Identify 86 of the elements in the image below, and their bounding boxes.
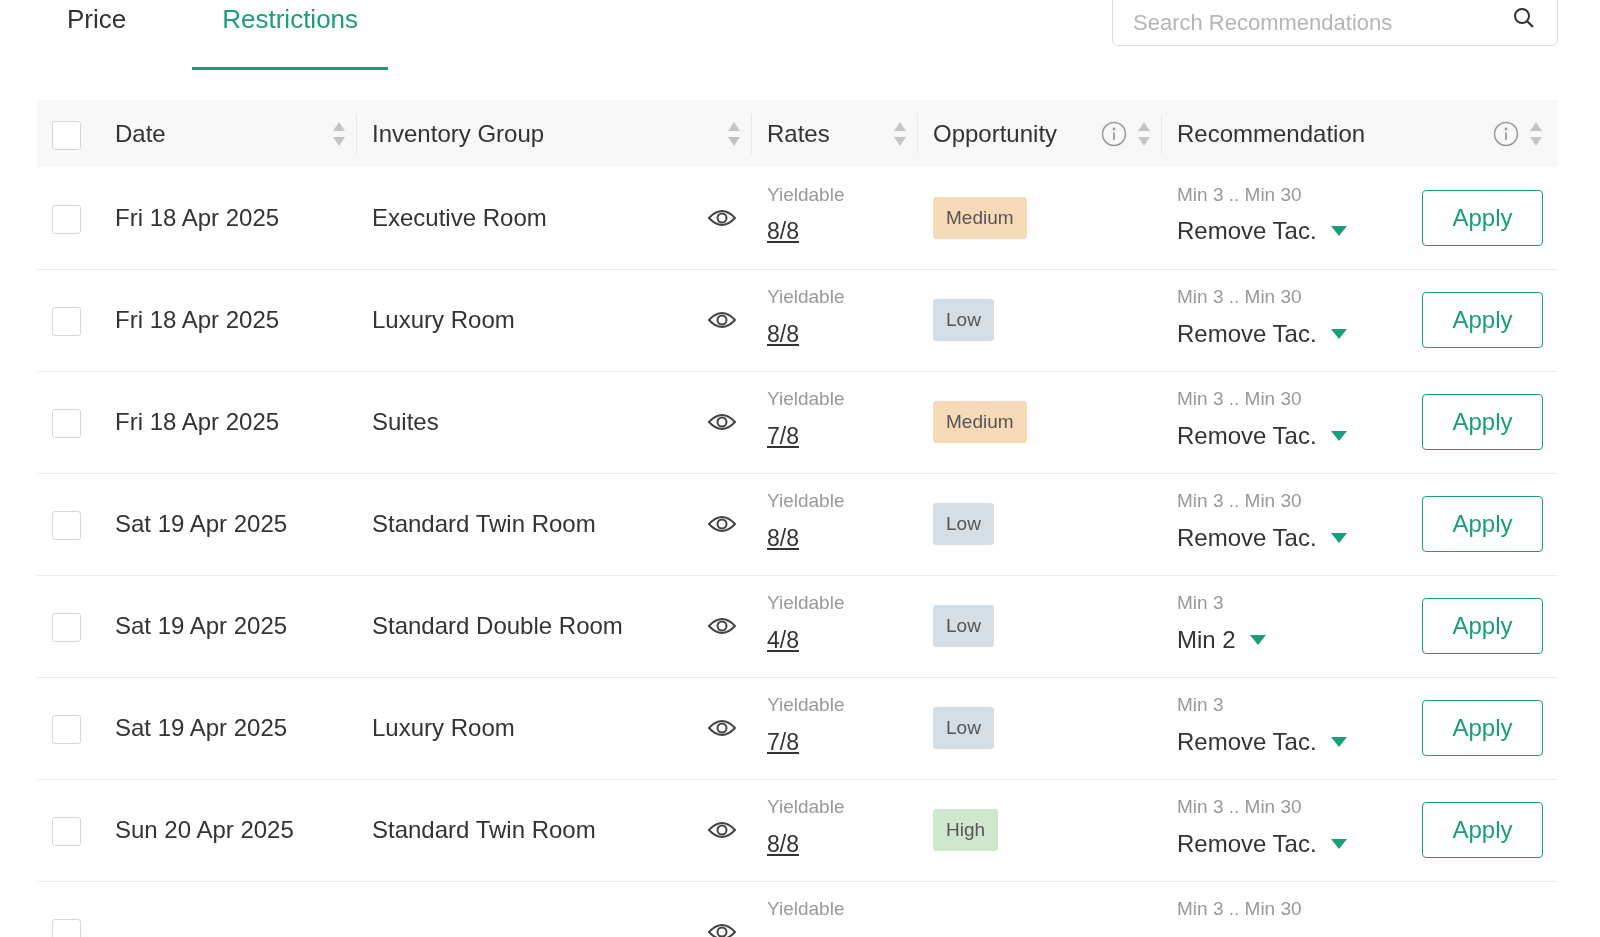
eye-icon[interactable] (707, 513, 737, 535)
current-restriction: Min 3 .. Min 30 (1177, 489, 1303, 513)
current-restriction: Min 3 (1177, 591, 1225, 615)
column-header: Opportunity (933, 118, 1059, 149)
rates-link[interactable]: 8/8 (767, 830, 799, 857)
rates-link[interactable]: 7/8 (767, 728, 799, 755)
inventory-group-text: Executive Room (372, 202, 547, 233)
checkbox[interactable] (52, 715, 81, 745)
inventory-group-text: Luxury Room (372, 305, 515, 335)
opportunity-badge: Low (933, 502, 994, 546)
checkbox[interactable] (52, 613, 81, 643)
current-restriction: Min 3 .. Min 30 (1177, 897, 1302, 921)
rates-label: Yieldable (767, 489, 846, 513)
current-restriction: Min 3 .. Min 30 (1177, 285, 1303, 309)
date-text: Sat 19 Apr 2025 (115, 612, 288, 639)
current-restriction: Min 3 .. Min 30 (1177, 795, 1303, 819)
checkbox[interactable] (52, 409, 81, 439)
date-text: Sun 20 Apr 2025 (115, 816, 294, 843)
recommendation-dropdown[interactable]: Remove Tac. (1177, 825, 1347, 862)
caret-icon (1330, 328, 1347, 339)
sort-icon[interactable] (332, 120, 346, 147)
inventory-group-text: Standard Double Room (372, 611, 623, 641)
eye-icon[interactable] (707, 411, 737, 433)
recommendation-dropdown[interactable]: Remove Tac. (1177, 417, 1347, 454)
opportunity-badge: Low (933, 706, 994, 750)
caret-icon (1249, 634, 1266, 645)
rates-label: Yieldable (767, 591, 846, 615)
column-header: Recommendation (1177, 118, 1367, 149)
checkbox[interactable] (52, 307, 81, 337)
rates-label: Yieldable (767, 285, 846, 309)
rates-label: Yieldable (767, 693, 846, 717)
checkbox[interactable] (52, 204, 81, 234)
current-restriction: Min 3 .. Min 30 (1177, 387, 1303, 411)
caret-icon (1330, 838, 1347, 849)
rates-link[interactable]: 8/8 (767, 320, 799, 347)
sort-icon[interactable] (1137, 120, 1151, 147)
caret-icon (1330, 532, 1347, 543)
inventory-group-text: Standard Twin Room (372, 509, 596, 539)
eye-icon[interactable] (707, 819, 737, 841)
rates-link[interactable]: 8/8 (767, 524, 799, 551)
date-text: Fri 18 Apr 2025 (115, 408, 280, 435)
column-header: Date (115, 118, 167, 149)
date-text: Fri 18 Apr 2025 (115, 203, 280, 231)
opportunity-badge: Low (933, 604, 994, 648)
recommendation-dropdown[interactable]: Min 2 (1177, 621, 1266, 658)
eye-icon[interactable] (707, 717, 737, 739)
rates-link[interactable]: 8/8 (767, 218, 799, 245)
rates-label: Yieldable (767, 897, 846, 921)
date-text: Sat 19 Apr 2025 (115, 714, 288, 741)
search-icon[interactable] (1512, 6, 1536, 30)
sort-icon[interactable] (1529, 120, 1543, 147)
inventory-group-text: Suites (372, 407, 439, 437)
recommendation-dropdown[interactable]: Remove Tac. (1177, 315, 1347, 352)
column-header: Rates (767, 118, 831, 149)
checkbox[interactable] (52, 511, 81, 541)
rates-label: Yieldable (767, 795, 846, 819)
search-field[interactable]: Search Recommendations (1112, 0, 1558, 46)
rates-link[interactable]: 4/8 (767, 626, 799, 653)
eye-icon[interactable] (707, 921, 737, 937)
opportunity-badge: Low (933, 298, 994, 342)
eye-icon[interactable] (707, 615, 737, 637)
opportunity-badge: Medium (933, 400, 1027, 444)
eye-icon[interactable] (707, 309, 737, 331)
rates-label: Yieldable (767, 182, 846, 207)
current-restriction: Min 3 .. Min 30 (1177, 182, 1303, 207)
recommendation-dropdown[interactable]: Remove Tac. (1177, 213, 1347, 250)
date-text: Sat 19 Apr 2025 (115, 510, 288, 537)
recommendation-dropdown[interactable]: Remove Tac. (1177, 519, 1347, 556)
inventory-group-text: Standard Twin Room (372, 815, 596, 845)
column-header: Inventory Group (372, 118, 546, 149)
opportunity-badge: High (933, 808, 999, 852)
caret-icon (1330, 430, 1347, 441)
checkbox[interactable] (52, 120, 81, 150)
rates-label: Yieldable (767, 387, 846, 411)
date-text: Fri 18 Apr 2025 (115, 306, 280, 333)
tab[interactable]: Price (37, 0, 157, 70)
caret-icon (1330, 226, 1347, 237)
caret-icon (1330, 736, 1347, 747)
sort-icon[interactable] (893, 120, 907, 147)
checkbox[interactable] (52, 817, 81, 847)
sort-icon[interactable] (727, 120, 741, 147)
rates-link[interactable]: 7/8 (767, 422, 799, 449)
current-restriction: Min 3 (1177, 693, 1225, 717)
opportunity-badge: Medium (933, 196, 1027, 239)
inventory-group-text: Luxury Room (372, 713, 515, 743)
recommendation-dropdown[interactable]: Remove Tac. (1177, 723, 1347, 760)
